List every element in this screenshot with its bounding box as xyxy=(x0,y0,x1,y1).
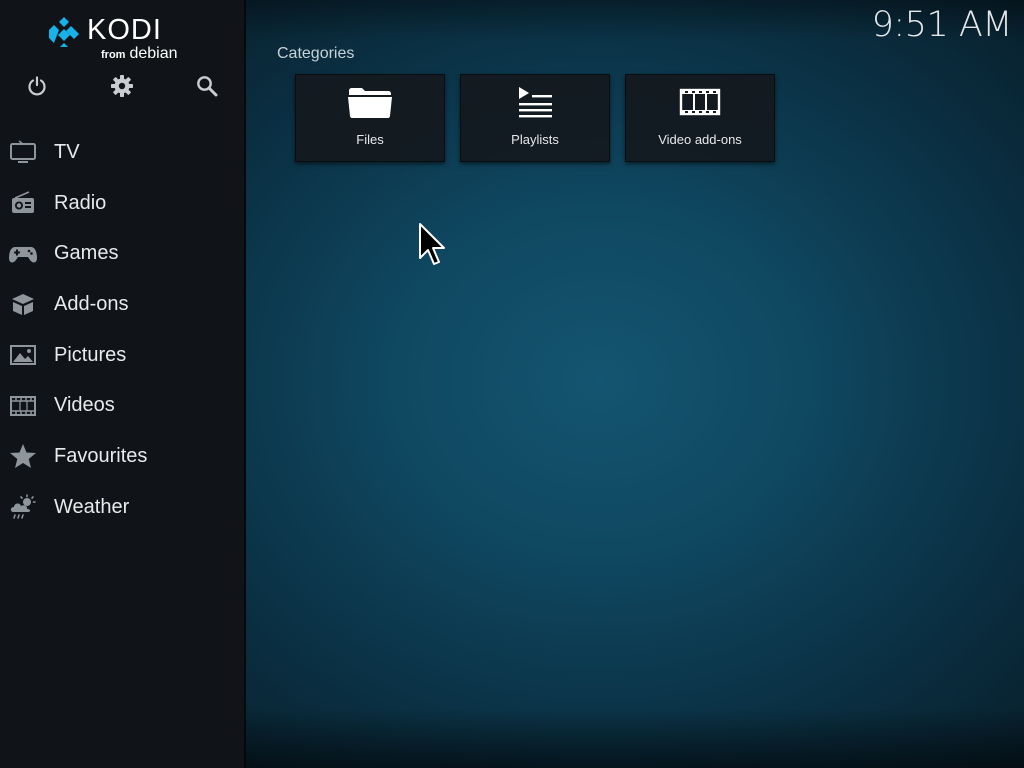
power-button[interactable] xyxy=(23,70,51,102)
gear-icon xyxy=(111,75,133,97)
film-strip-icon xyxy=(626,85,774,119)
addons-box-icon xyxy=(8,289,38,319)
menu-item-favourites[interactable]: Favourites xyxy=(0,431,244,482)
logo-subtitle: from debian xyxy=(101,45,178,64)
tile-label-video-addons: Video add-ons xyxy=(658,132,742,147)
folder-icon xyxy=(296,85,444,119)
clock: 9:51 AM xyxy=(871,5,1013,45)
tile-label-playlists: Playlists xyxy=(511,132,559,147)
sidebar: KODI from debian TV Radio Games Add-ons … xyxy=(0,0,246,768)
menu-label-pictures: Pictures xyxy=(54,343,127,366)
menu-item-tv[interactable]: TV xyxy=(0,127,244,178)
tile-label-files: Files xyxy=(356,132,384,147)
kodi-home-screen: KODI from debian TV Radio Games Add-ons … xyxy=(0,0,1024,768)
radio-icon xyxy=(8,188,38,218)
menu-item-videos[interactable]: Videos xyxy=(0,380,244,431)
menu-label-radio: Radio xyxy=(54,191,107,214)
menu-label-weather: Weather xyxy=(54,495,130,518)
menu-item-addons[interactable]: Add-ons xyxy=(0,279,244,330)
menu-label-addons: Add-ons xyxy=(54,292,129,315)
weather-icon xyxy=(8,492,38,522)
kodi-wordmark: KODI xyxy=(87,14,162,46)
search-icon xyxy=(197,76,218,97)
kodi-logo: KODI from debian xyxy=(48,14,198,66)
playlist-icon xyxy=(461,85,609,119)
tile-video-addons[interactable]: Video add-ons xyxy=(625,74,775,162)
top-controls xyxy=(0,70,244,102)
main-menu: TV Radio Games Add-ons Pictures Videos F… xyxy=(0,127,244,533)
menu-item-weather[interactable]: Weather xyxy=(0,482,244,533)
menu-label-favourites: Favourites xyxy=(54,444,148,467)
kodi-logo-icon xyxy=(49,17,79,47)
menu-label-tv: TV xyxy=(54,140,80,163)
tile-playlists[interactable]: Playlists xyxy=(460,74,610,162)
picture-icon xyxy=(8,340,38,370)
film-icon xyxy=(8,391,38,421)
settings-button[interactable] xyxy=(108,70,136,102)
tile-files[interactable]: Files xyxy=(295,74,445,162)
power-icon xyxy=(28,76,46,96)
menu-item-pictures[interactable]: Pictures xyxy=(0,330,244,381)
menu-item-radio[interactable]: Radio xyxy=(0,178,244,229)
logo-distro-label: debian xyxy=(129,45,178,62)
menu-item-games[interactable]: Games xyxy=(0,228,244,279)
search-button[interactable] xyxy=(193,70,221,102)
star-icon xyxy=(8,441,38,471)
tv-icon xyxy=(8,137,38,167)
menu-label-videos: Videos xyxy=(54,394,115,417)
menu-label-games: Games xyxy=(54,242,119,265)
gamepad-icon xyxy=(8,239,38,269)
section-title: Categories xyxy=(277,45,355,62)
logo-from-label: from xyxy=(101,49,126,61)
mouse-pointer-icon xyxy=(419,223,445,265)
